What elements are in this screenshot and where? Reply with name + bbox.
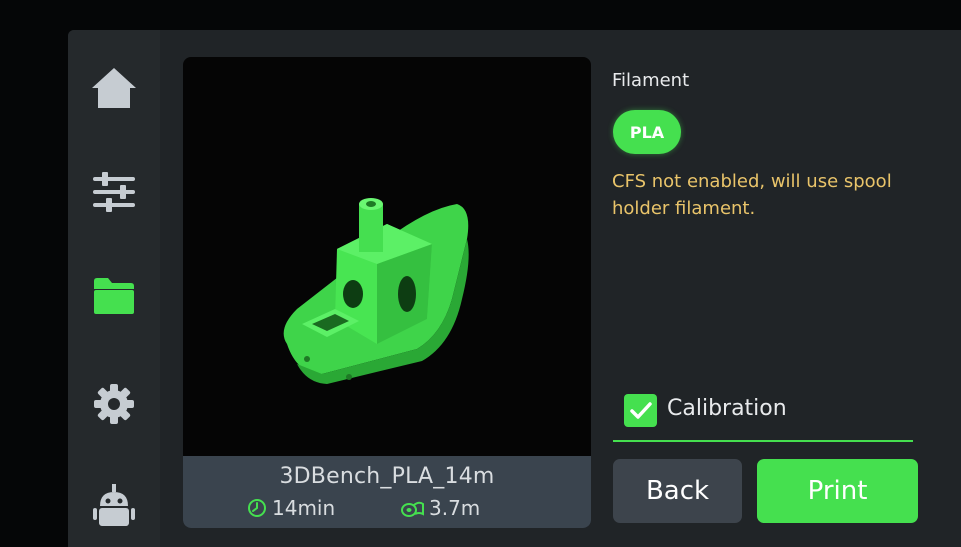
file-name: 3DBench_PLA_14m: [279, 464, 495, 489]
file-info-bar: 3DBench_PLA_14m 14min 3.7m: [183, 456, 591, 528]
calibration-checkbox[interactable]: [624, 394, 657, 427]
filament-title: Filament: [612, 70, 690, 91]
home-icon: [92, 68, 136, 108]
benchy-model-image: [283, 198, 469, 384]
checkmark-icon: [629, 401, 652, 419]
nav-assistant[interactable]: [88, 480, 140, 532]
print-time-stat: 14min: [247, 496, 335, 520]
filament-length: 3.7m: [429, 496, 481, 520]
filament-spool-icon: [401, 501, 424, 517]
nav-settings-sliders[interactable]: [88, 166, 140, 218]
robot-icon: [93, 484, 135, 526]
gear-icon: [94, 384, 134, 424]
filament-length-stat: 3.7m: [400, 496, 480, 520]
sliders-icon: [93, 172, 135, 212]
folder-icon: [94, 278, 134, 314]
filament-type-pill[interactable]: PLA: [613, 110, 681, 154]
calibration-label: Calibration: [667, 396, 787, 421]
printer-screen: 3DBench_PLA_14m 14min 3.7m Filament PLA …: [68, 30, 961, 547]
clock-icon: [248, 499, 266, 517]
nav-settings[interactable]: [88, 378, 140, 430]
back-button[interactable]: Back: [613, 459, 742, 523]
nav-home[interactable]: [88, 62, 140, 114]
nav-files[interactable]: [88, 270, 140, 322]
print-time: 14min: [272, 496, 336, 520]
print-button[interactable]: Print: [757, 459, 918, 523]
model-preview[interactable]: 3DBench_PLA_14m 14min 3.7m: [183, 57, 591, 528]
cfs-warning-text: CFS not enabled, will use spool holder f…: [612, 171, 892, 219]
nav-rail: [68, 30, 160, 547]
calibration-option[interactable]: Calibration: [613, 392, 913, 442]
